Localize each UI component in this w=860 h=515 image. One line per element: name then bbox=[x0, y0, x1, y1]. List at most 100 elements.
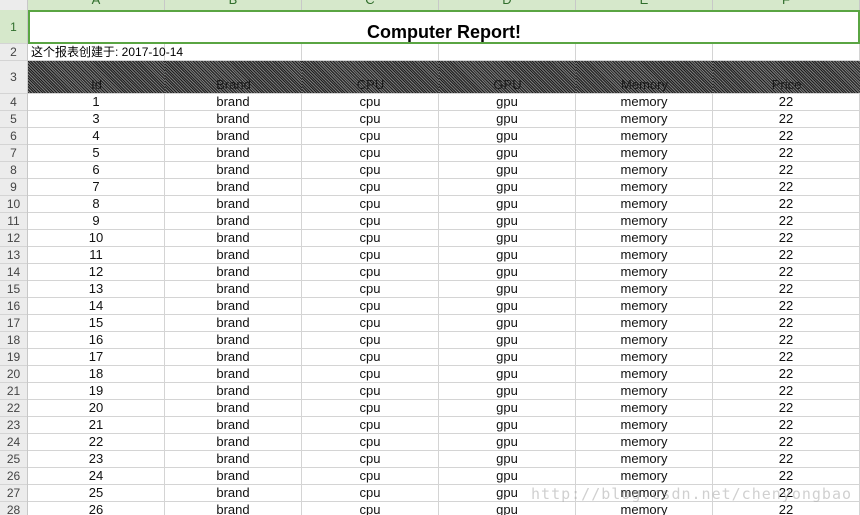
cell-id[interactable]: 22 bbox=[28, 434, 165, 450]
cell-gpu[interactable]: gpu bbox=[439, 281, 576, 297]
cell-gpu[interactable]: gpu bbox=[439, 332, 576, 348]
cell-price[interactable]: 22 bbox=[713, 145, 860, 161]
cell-cpu[interactable]: cpu bbox=[302, 400, 439, 416]
cell-cpu[interactable]: cpu bbox=[302, 230, 439, 246]
cell-id[interactable]: 15 bbox=[28, 315, 165, 331]
cell-cpu[interactable]: cpu bbox=[302, 315, 439, 331]
row-header[interactable]: 12 bbox=[0, 230, 27, 247]
cell-memory[interactable]: memory bbox=[576, 468, 713, 484]
row-header[interactable]: 15 bbox=[0, 281, 27, 298]
cell-cpu[interactable]: cpu bbox=[302, 281, 439, 297]
cell-brand[interactable]: brand bbox=[165, 315, 302, 331]
cell-gpu[interactable]: gpu bbox=[439, 485, 576, 501]
cell-cpu[interactable]: cpu bbox=[302, 162, 439, 178]
row-header[interactable]: 4 bbox=[0, 94, 27, 111]
cell-id[interactable]: 9 bbox=[28, 213, 165, 229]
row-header[interactable]: 18 bbox=[0, 332, 27, 349]
cell-gpu[interactable]: gpu bbox=[439, 230, 576, 246]
cell-price[interactable]: 22 bbox=[713, 383, 860, 399]
row-header[interactable]: 24 bbox=[0, 434, 27, 451]
cell-price[interactable]: 22 bbox=[713, 213, 860, 229]
cell-memory[interactable]: memory bbox=[576, 264, 713, 280]
cell-brand[interactable]: brand bbox=[165, 434, 302, 450]
cell-memory[interactable]: memory bbox=[576, 128, 713, 144]
column-header-b[interactable]: B bbox=[165, 0, 302, 10]
cell-id[interactable]: 13 bbox=[28, 281, 165, 297]
empty-cell[interactable] bbox=[713, 44, 860, 60]
cell-cpu[interactable]: cpu bbox=[302, 213, 439, 229]
empty-cell[interactable] bbox=[576, 44, 713, 60]
cell-price[interactable]: 22 bbox=[713, 298, 860, 314]
row-header[interactable]: 16 bbox=[0, 298, 27, 315]
cell-memory[interactable]: memory bbox=[576, 230, 713, 246]
cell-memory[interactable]: memory bbox=[576, 111, 713, 127]
column-header-d[interactable]: D bbox=[439, 0, 576, 10]
cell-brand[interactable]: brand bbox=[165, 145, 302, 161]
cell-brand[interactable]: brand bbox=[165, 264, 302, 280]
row-header[interactable]: 21 bbox=[0, 383, 27, 400]
cell-memory[interactable]: memory bbox=[576, 247, 713, 263]
cell-memory[interactable]: memory bbox=[576, 332, 713, 348]
cell-gpu[interactable]: gpu bbox=[439, 315, 576, 331]
cell-memory[interactable]: memory bbox=[576, 502, 713, 515]
cell-brand[interactable]: brand bbox=[165, 502, 302, 515]
report-title-cell[interactable]: Computer Report! bbox=[28, 10, 860, 44]
cell-gpu[interactable]: gpu bbox=[439, 366, 576, 382]
cell-brand[interactable]: brand bbox=[165, 247, 302, 263]
cell-brand[interactable]: brand bbox=[165, 383, 302, 399]
cell-price[interactable]: 22 bbox=[713, 485, 860, 501]
cell-memory[interactable]: memory bbox=[576, 145, 713, 161]
row-header[interactable]: 23 bbox=[0, 417, 27, 434]
row-header[interactable]: 8 bbox=[0, 162, 27, 179]
row-header[interactable]: 20 bbox=[0, 366, 27, 383]
cell-cpu[interactable]: cpu bbox=[302, 332, 439, 348]
cell-brand[interactable]: brand bbox=[165, 417, 302, 433]
cell-id[interactable]: 24 bbox=[28, 468, 165, 484]
cell-cpu[interactable]: cpu bbox=[302, 485, 439, 501]
row-header[interactable]: 13 bbox=[0, 247, 27, 264]
cell-cpu[interactable]: cpu bbox=[302, 349, 439, 365]
cell-brand[interactable]: brand bbox=[165, 349, 302, 365]
cell-cpu[interactable]: cpu bbox=[302, 434, 439, 450]
spreadsheet[interactable]: A B C D E F 1 2 3 4567891011121314151617… bbox=[0, 0, 860, 515]
cell-memory[interactable]: memory bbox=[576, 162, 713, 178]
cell-price[interactable]: 22 bbox=[713, 400, 860, 416]
row-header[interactable]: 6 bbox=[0, 128, 27, 145]
cell-cpu[interactable]: cpu bbox=[302, 196, 439, 212]
row-header[interactable]: 11 bbox=[0, 213, 27, 230]
column-header-e[interactable]: E bbox=[576, 0, 713, 10]
cell-price[interactable]: 22 bbox=[713, 502, 860, 515]
row-header[interactable]: 22 bbox=[0, 400, 27, 417]
cell-memory[interactable]: memory bbox=[576, 434, 713, 450]
cell-brand[interactable]: brand bbox=[165, 451, 302, 467]
row-header[interactable]: 14 bbox=[0, 264, 27, 281]
cell-grid[interactable]: Computer Report! 这个报表创建于: 2017-10-14 Id … bbox=[28, 10, 860, 515]
cell-price[interactable]: 22 bbox=[713, 128, 860, 144]
cell-id[interactable]: 6 bbox=[28, 162, 165, 178]
cell-id[interactable]: 18 bbox=[28, 366, 165, 382]
cell-price[interactable]: 22 bbox=[713, 417, 860, 433]
cell-gpu[interactable]: gpu bbox=[439, 247, 576, 263]
cell-brand[interactable]: brand bbox=[165, 468, 302, 484]
row-header[interactable]: 7 bbox=[0, 145, 27, 162]
row-header[interactable]: 9 bbox=[0, 179, 27, 196]
row-header-1[interactable]: 1 bbox=[0, 10, 27, 44]
cell-gpu[interactable]: gpu bbox=[439, 383, 576, 399]
cell-price[interactable]: 22 bbox=[713, 94, 860, 110]
cell-memory[interactable]: memory bbox=[576, 417, 713, 433]
cell-memory[interactable]: memory bbox=[576, 366, 713, 382]
empty-cell[interactable] bbox=[439, 44, 576, 60]
cell-memory[interactable]: memory bbox=[576, 213, 713, 229]
cell-gpu[interactable]: gpu bbox=[439, 111, 576, 127]
empty-cell[interactable] bbox=[165, 44, 302, 60]
cell-gpu[interactable]: gpu bbox=[439, 179, 576, 195]
cell-id[interactable]: 20 bbox=[28, 400, 165, 416]
header-memory[interactable]: Memory bbox=[576, 61, 713, 93]
cell-brand[interactable]: brand bbox=[165, 298, 302, 314]
cell-id[interactable]: 21 bbox=[28, 417, 165, 433]
cell-id[interactable]: 26 bbox=[28, 502, 165, 515]
cell-price[interactable]: 22 bbox=[713, 468, 860, 484]
cell-gpu[interactable]: gpu bbox=[439, 162, 576, 178]
cell-cpu[interactable]: cpu bbox=[302, 179, 439, 195]
cell-brand[interactable]: brand bbox=[165, 128, 302, 144]
